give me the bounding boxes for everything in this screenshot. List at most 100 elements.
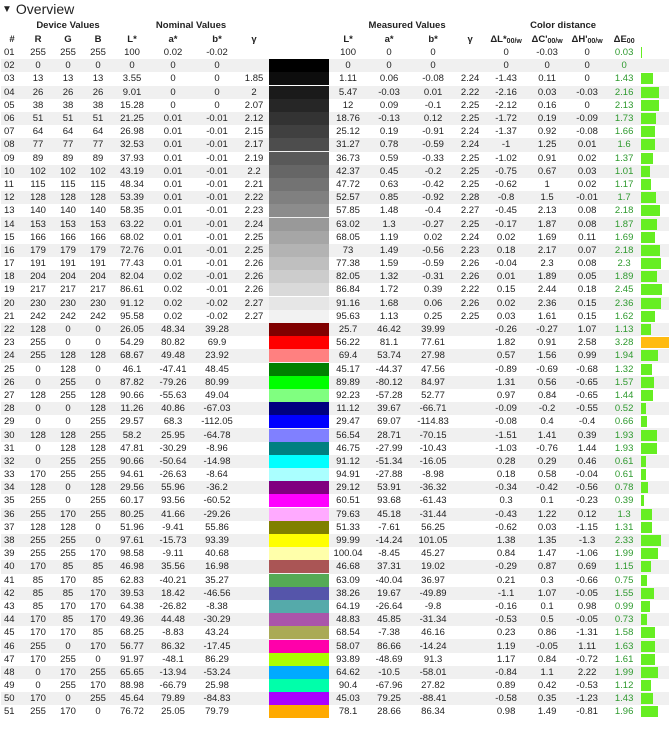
cell-delta-l: 0.18 bbox=[496, 469, 516, 481]
cell-nominal-gamma bbox=[239, 666, 269, 679]
cell-delta-e: 0.73 bbox=[614, 614, 634, 626]
cell-nominal-b: -8.96 bbox=[206, 442, 228, 454]
cell-measured-b: -36.32 bbox=[419, 482, 447, 494]
cell-delta-l: 0.02 bbox=[496, 231, 516, 243]
cell-measured-gamma bbox=[455, 705, 485, 718]
delta-e-bar bbox=[641, 270, 669, 283]
cell-nominal-b: -8.38 bbox=[206, 600, 228, 612]
cell-delta-l: -0.62 bbox=[495, 521, 517, 533]
cell-nominal-b: -14.98 bbox=[203, 455, 231, 467]
cell-g: 255 bbox=[60, 389, 76, 401]
cell-delta-c: -0.2 bbox=[538, 403, 556, 415]
cell-delta-l: -0.84 bbox=[495, 666, 517, 678]
cell-r: 140 bbox=[30, 205, 46, 217]
cell-measured-b: -70.15 bbox=[419, 429, 447, 441]
cell-nominal-gamma bbox=[239, 336, 269, 349]
cell-delta-h: -0.01 bbox=[576, 192, 598, 204]
cell-r: 0 bbox=[35, 60, 41, 72]
cell-nominal-gamma: 2 bbox=[251, 86, 257, 98]
cell-nominal-b: -0.01 bbox=[206, 178, 228, 190]
cell-measured-gamma bbox=[455, 679, 485, 692]
table-row: 14 153 153 153 63.22 0.01 -0.01 2.24 63.02 1.3 -0.… bbox=[1, 217, 670, 231]
cell-delta-e: 1.55 bbox=[614, 587, 634, 599]
cell-b: 166 bbox=[90, 231, 106, 243]
cell-nominal-a: 0.02 bbox=[163, 47, 183, 59]
cell-measured-a: -0.03 bbox=[378, 86, 400, 98]
cell-nominal-l: 54.29 bbox=[120, 337, 144, 349]
table-row: 30 128 128 255 58.2 25.95 -64.78 56.54 28.71 -70.… bbox=[1, 428, 670, 442]
cell-nominal-l: 47.81 bbox=[120, 442, 144, 454]
cell-measured-b: -0.59 bbox=[422, 258, 444, 270]
color-swatch bbox=[269, 125, 330, 139]
cell-nominal-a: -26.63 bbox=[159, 469, 187, 481]
cell-nominal-l: 49.36 bbox=[120, 614, 144, 626]
cell-measured-a: 86.66 bbox=[377, 640, 401, 652]
cell-delta-h: 0.01 bbox=[577, 139, 597, 151]
cell-measured-l: 57.85 bbox=[336, 205, 360, 217]
cell-b: 77 bbox=[92, 139, 104, 151]
collapse-triangle-icon[interactable]: ▼ bbox=[2, 4, 12, 15]
cell-measured-a: 0 bbox=[386, 47, 392, 59]
cell-measured-l: 48.83 bbox=[336, 614, 360, 626]
cell-b: 255 bbox=[90, 666, 106, 678]
cell-delta-l: 0.03 bbox=[496, 310, 516, 322]
cell-num: 25 bbox=[4, 363, 15, 375]
cell-nominal-b: 25.98 bbox=[205, 680, 229, 692]
cell-g: 0 bbox=[65, 482, 71, 494]
cell-measured-gamma: 2.25 bbox=[460, 152, 480, 164]
cell-delta-e: 0.61 bbox=[614, 469, 634, 481]
cell-nominal-a: 0.02 bbox=[163, 297, 183, 309]
cell-delta-e: 1.66 bbox=[614, 126, 634, 138]
cell-nominal-l: 88.98 bbox=[120, 680, 144, 692]
section-header[interactable]: ▼ Overview bbox=[0, 0, 670, 18]
cell-r: 255 bbox=[30, 337, 46, 349]
cell-g: 128 bbox=[60, 192, 76, 204]
cell-g: 77 bbox=[62, 139, 74, 151]
cell-nominal-b: -17.45 bbox=[203, 640, 231, 652]
cell-measured-b: -9.8 bbox=[424, 600, 442, 612]
cell-g: 115 bbox=[60, 178, 76, 190]
cell-g: 140 bbox=[60, 205, 76, 217]
cell-nominal-gamma: 2.27 bbox=[244, 297, 264, 309]
cell-nominal-l: 87.82 bbox=[120, 376, 144, 388]
cell-r: 204 bbox=[30, 271, 46, 283]
cell-measured-b: -0.4 bbox=[424, 205, 442, 217]
cell-b: 89 bbox=[92, 152, 104, 164]
col-b: B bbox=[94, 33, 102, 45]
cell-delta-h: 0.02 bbox=[577, 178, 597, 190]
cell-delta-c: 1.61 bbox=[537, 310, 557, 322]
delta-e-bar bbox=[641, 297, 669, 310]
cell-measured-b: -0.33 bbox=[422, 152, 444, 164]
table-row: 19 217 217 217 86.61 0.02 -0.01 2.26 86.84 1.72 0.… bbox=[1, 283, 670, 297]
cell-measured-l: 11.12 bbox=[336, 403, 360, 415]
table-row: 13 140 140 140 58.35 0.01 -0.01 2.23 57.85 1.48 -0… bbox=[1, 204, 670, 218]
cell-delta-l: -0.16 bbox=[495, 600, 517, 612]
cell-delta-e: 1.3 bbox=[617, 508, 631, 520]
cell-g: 170 bbox=[60, 706, 76, 718]
cell-delta-l: -0.34 bbox=[495, 482, 517, 494]
cell-delta-c: 0.84 bbox=[537, 653, 557, 665]
cell-measured-b: -88.41 bbox=[419, 693, 447, 705]
cell-delta-e: 1.96 bbox=[614, 706, 634, 718]
cell-delta-c: -0.76 bbox=[536, 442, 558, 454]
cell-nominal-gamma bbox=[239, 653, 269, 666]
cell-nominal-l: 82.04 bbox=[120, 271, 144, 283]
cell-b: 13 bbox=[92, 73, 104, 85]
cell-measured-b: 86.34 bbox=[421, 706, 445, 718]
cell-delta-e: 1.01 bbox=[614, 165, 634, 177]
cell-nominal-b: -46.56 bbox=[203, 587, 231, 599]
cell-b: 102 bbox=[90, 165, 106, 177]
cell-delta-c: 0.42 bbox=[537, 680, 557, 692]
cell-delta-e: 1.62 bbox=[614, 310, 634, 322]
cell-measured-gamma bbox=[455, 600, 485, 613]
group-nominal: Nominal Values bbox=[155, 19, 227, 31]
cell-nominal-gamma: 2.19 bbox=[244, 152, 264, 164]
cell-nominal-gamma bbox=[239, 428, 269, 441]
cell-measured-l: 90.4 bbox=[338, 680, 358, 692]
cell-nominal-b: 86.29 bbox=[205, 653, 229, 665]
cell-nominal-a: 0 bbox=[170, 86, 176, 98]
cell-delta-h: 0.69 bbox=[577, 561, 597, 573]
cell-delta-l: 0.01 bbox=[496, 271, 516, 283]
cell-r: 89 bbox=[32, 152, 44, 164]
cell-nominal-a: -9.11 bbox=[162, 548, 184, 560]
